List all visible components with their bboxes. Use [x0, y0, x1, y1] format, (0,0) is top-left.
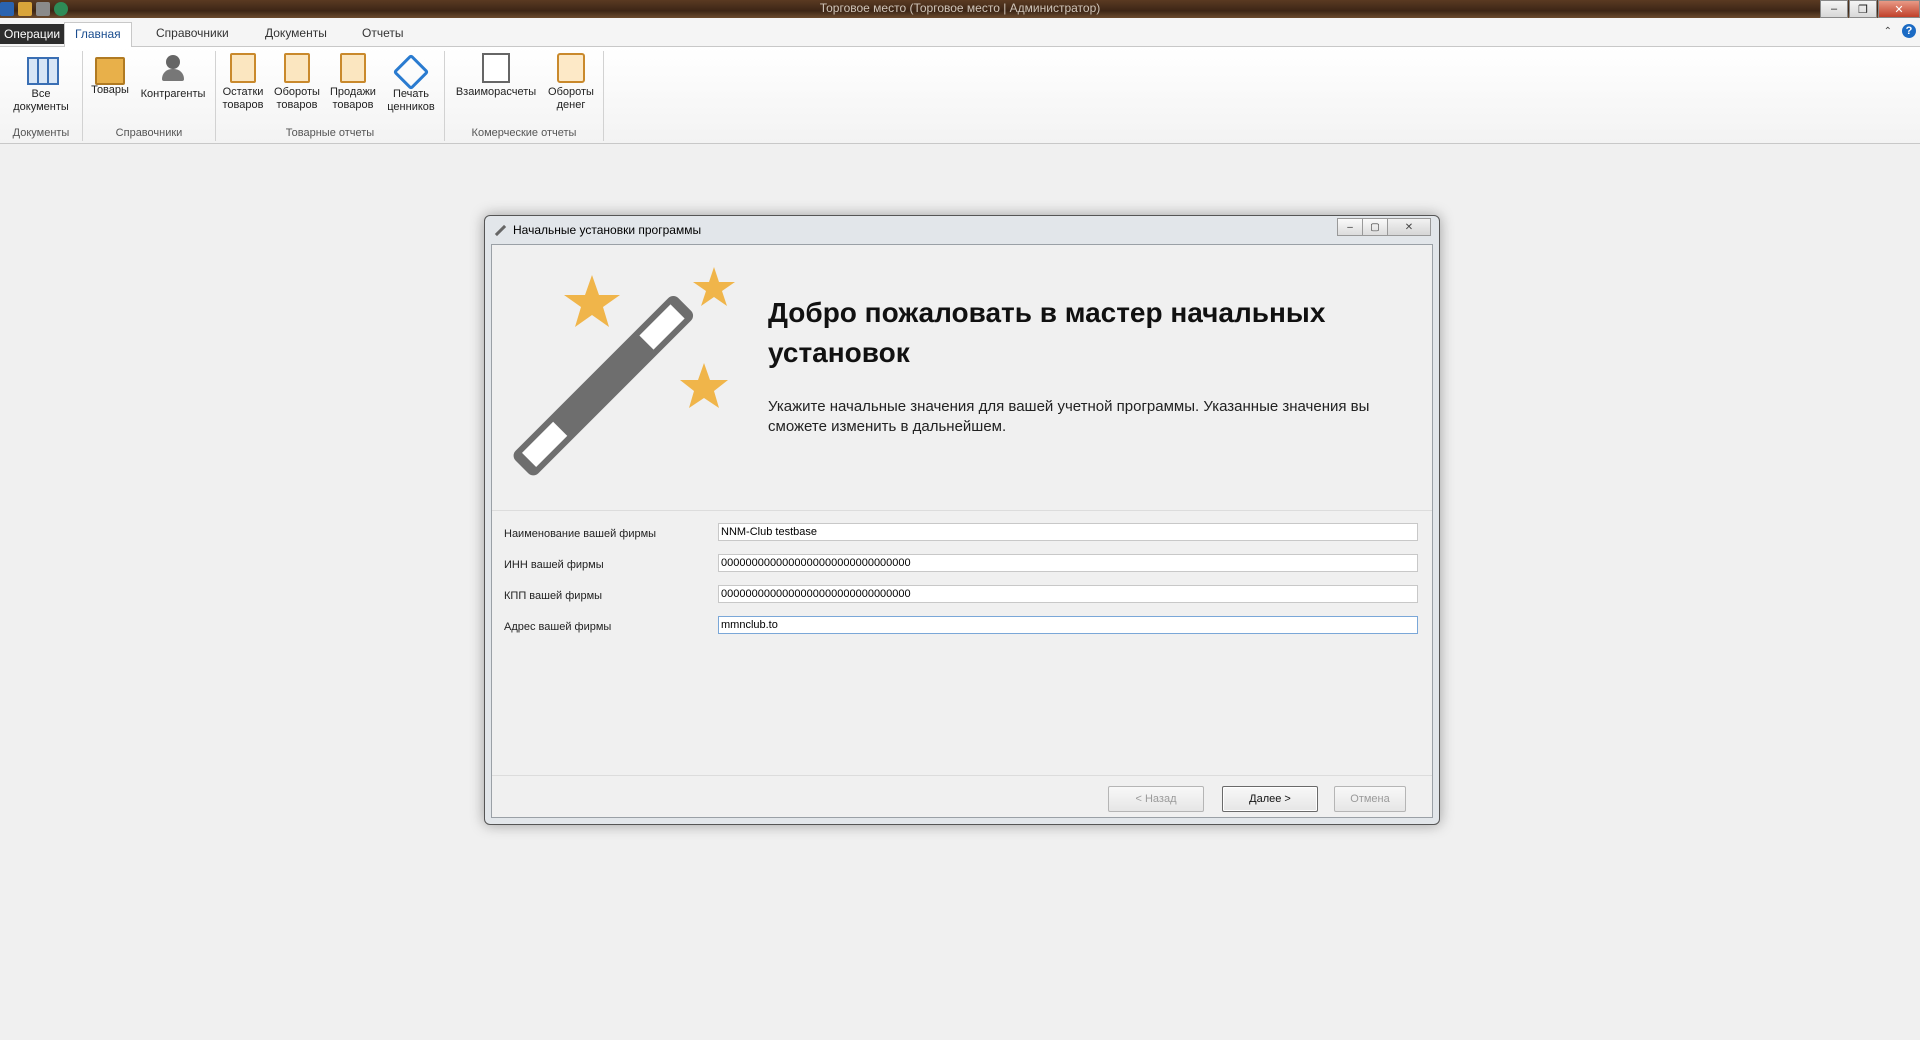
- clipboard-icon: [284, 53, 310, 83]
- dialog-close-icon[interactable]: ✕: [1387, 218, 1431, 236]
- setup-wizard-dialog: Начальные установки программы – ▢ ✕ Добр…: [484, 215, 1440, 825]
- ribbon-group-goods-reports: Остатки товаров Обороты товаров Продажи …: [216, 51, 445, 141]
- money-icon: [557, 53, 585, 83]
- star-icon: [680, 363, 728, 408]
- form-row-kpp: КПП вашей фирмы: [504, 585, 1420, 607]
- inn-label: ИНН вашей фирмы: [504, 559, 604, 571]
- form-row-address: Адрес вашей фирмы: [504, 616, 1420, 638]
- restore-icon[interactable]: ❐: [1849, 0, 1877, 18]
- inn-input[interactable]: [718, 554, 1418, 572]
- wizard-description: Укажите начальные значения для вашей уче…: [768, 398, 1370, 435]
- kpp-input[interactable]: [718, 585, 1418, 603]
- form-row-inn: ИНН вашей фирмы: [504, 554, 1420, 576]
- money-turnover-button[interactable]: Обороты денег: [543, 53, 599, 112]
- counterparties-button[interactable]: Контрагенты: [135, 53, 211, 101]
- price-tag-icon: [392, 53, 430, 91]
- tab-home[interactable]: Главная: [64, 22, 132, 48]
- help-icon[interactable]: ?: [1902, 24, 1916, 38]
- back-button[interactable]: < Назад: [1108, 786, 1204, 812]
- company-name-input[interactable]: [718, 523, 1418, 541]
- close-icon[interactable]: ✕: [1878, 0, 1920, 18]
- wand-icon: [493, 223, 507, 237]
- ribbon-group-caption: Товарные отчеты: [285, 127, 375, 139]
- goods-turnover-button[interactable]: Обороты товаров: [270, 53, 324, 112]
- company-name-label: Наименование вашей фирмы: [504, 528, 657, 540]
- tab-documents[interactable]: Документы: [255, 22, 337, 44]
- star-icon: [693, 267, 735, 306]
- users-icon: [157, 53, 189, 85]
- address-label: Адрес вашей фирмы: [504, 621, 612, 633]
- ribbon-group-caption: Справочники: [115, 127, 183, 139]
- ribbon-group-caption: Документы: [12, 127, 70, 139]
- dialog-footer: < Назад Далее > Отмена: [492, 775, 1432, 818]
- dialog-minimize-icon[interactable]: –: [1337, 218, 1363, 236]
- goods-button[interactable]: Товары: [87, 53, 133, 97]
- dialog-title-bar: Начальные установки программы: [493, 222, 701, 238]
- tab-references[interactable]: Справочники: [146, 22, 239, 44]
- documents-icon: [25, 53, 59, 85]
- star-icon: [564, 275, 620, 327]
- magic-wand-illustration: [513, 267, 735, 476]
- kpp-label: КПП вашей фирмы: [504, 590, 603, 602]
- dialog-title: Начальные установки программы: [513, 223, 702, 237]
- clipboard-icon: [230, 53, 256, 83]
- dialog-body: Добро пожаловать в мастер начальных уста…: [491, 244, 1433, 818]
- clipboard-icon: [340, 53, 366, 83]
- form-row-company-name: Наименование вашей фирмы: [504, 523, 1420, 545]
- ribbon-group-commercial-reports: Взаиморасчеты Обороты денег Комерческие …: [445, 51, 604, 141]
- minimize-icon[interactable]: –: [1820, 0, 1848, 18]
- wizard-heading: Добро пожаловать в мастер начальных уста…: [768, 297, 1326, 368]
- settlements-button[interactable]: Взаиморасчеты: [451, 53, 541, 99]
- chart-icon: [482, 53, 510, 83]
- stock-remains-button[interactable]: Остатки товаров: [218, 53, 268, 112]
- tab-reports[interactable]: Отчеты: [352, 22, 413, 44]
- ribbon-group-caption: Комерческие отчеты: [471, 127, 577, 139]
- all-documents-button[interactable]: Все документы: [8, 53, 74, 114]
- cancel-button[interactable]: Отмена: [1334, 786, 1406, 812]
- ribbon-group-documents: Все документы Документы: [0, 51, 83, 141]
- ribbon: Все документы Документы Товары Контраген…: [0, 47, 1920, 144]
- ribbon-tab-row: Операции Главная Справочники Документы О…: [0, 18, 1920, 48]
- dialog-maximize-icon[interactable]: ▢: [1362, 218, 1388, 236]
- window-title: Торговое место (Торговое место | Админис…: [819, 1, 1101, 15]
- app-title-bar: Торговое место (Торговое место | Админис…: [0, 0, 1920, 18]
- next-button[interactable]: Далее >: [1222, 786, 1318, 812]
- goods-sales-button[interactable]: Продажи товаров: [326, 53, 380, 112]
- print-price-tags-button[interactable]: Печать ценников: [382, 53, 440, 114]
- box-icon: [95, 57, 125, 85]
- collapse-ribbon-icon[interactable]: ⌃: [1884, 26, 1892, 37]
- tab-operations[interactable]: Операции: [0, 24, 65, 44]
- address-input[interactable]: [718, 616, 1418, 634]
- wizard-header: Добро пожаловать в мастер начальных уста…: [492, 245, 1432, 511]
- ribbon-group-references: Товары Контрагенты Справочники: [83, 51, 216, 141]
